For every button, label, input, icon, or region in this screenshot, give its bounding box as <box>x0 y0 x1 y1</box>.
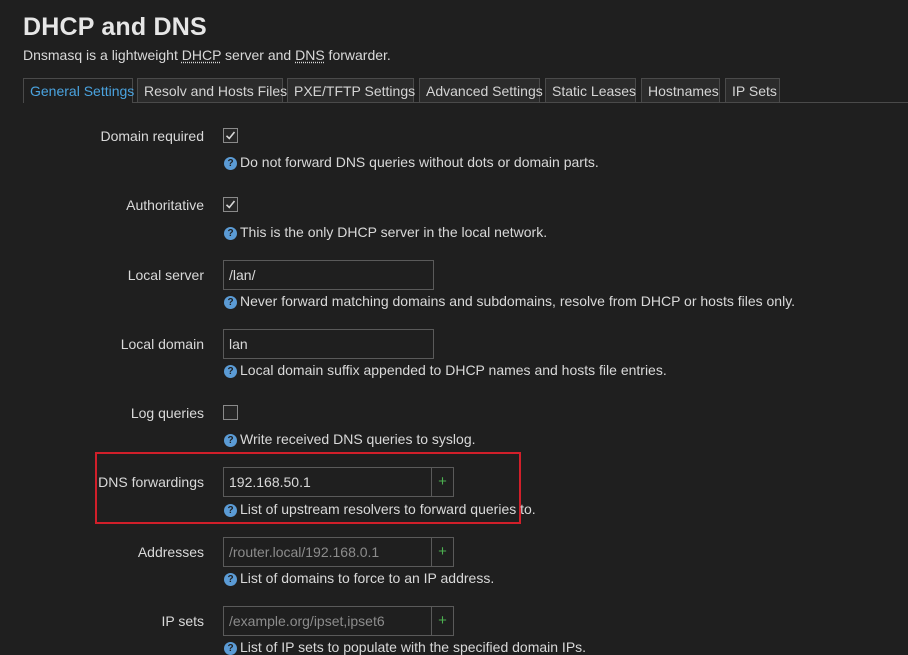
addresses-help-text: List of domains to force to an IP addres… <box>240 570 495 586</box>
check-icon <box>225 200 236 209</box>
question-circle-icon: ? <box>224 227 237 240</box>
question-circle-icon: ? <box>224 504 237 517</box>
dns-forwardings-label: DNS forwardings <box>98 474 204 490</box>
tab-general-settings[interactable]: General Settings <box>23 78 134 103</box>
domain-required-label: Domain required <box>100 128 205 144</box>
addresses-input[interactable] <box>223 537 432 567</box>
tab-advanced-settings[interactable]: Advanced Settings <box>419 78 543 102</box>
authoritative-help-text: This is the only DHCP server in the loca… <box>240 224 548 240</box>
settings-tabs: General Settings Resolv and Hosts Files … <box>23 78 908 103</box>
dns-forwardings-input[interactable] <box>223 467 432 497</box>
tab-ip-sets[interactable]: IP Sets <box>725 78 780 102</box>
addresses-add-button[interactable]: + <box>431 537 454 567</box>
description-suffix: forwarder. <box>324 47 391 63</box>
local-domain-label: Local domain <box>120 336 204 352</box>
tab-static-leases[interactable]: Static Leases <box>545 78 636 102</box>
description-mid: server and <box>221 47 296 63</box>
ip-sets-label: IP sets <box>161 613 204 629</box>
authoritative-label: Authoritative <box>126 197 204 213</box>
check-icon <box>225 131 236 140</box>
question-circle-icon: ? <box>224 157 237 170</box>
log-queries-checkbox[interactable] <box>223 405 238 420</box>
local-server-input[interactable] <box>223 260 434 290</box>
question-circle-icon: ? <box>224 642 237 655</box>
description-prefix: Dnsmasq is a lightweight <box>23 47 182 63</box>
addresses-label: Addresses <box>137 544 204 560</box>
page-description: Dnsmasq is a lightweight DHCP server and… <box>23 47 391 63</box>
dhcp-abbr: DHCP <box>181 47 222 63</box>
log-queries-help: ? Write received DNS queries to syslog. <box>224 431 476 447</box>
local-domain-help-text: Local domain suffix appended to DHCP nam… <box>240 362 667 378</box>
plus-icon: + <box>438 473 447 490</box>
addresses-help: ? List of domains to force to an IP addre… <box>224 570 494 586</box>
dns-forwardings-help: ? List of upstream resolvers to forward q… <box>224 501 536 517</box>
local-domain-help: ? Local domain suffix appended to DHCP na… <box>224 362 667 378</box>
domain-required-help: ? Do not forward DNS queries without dots… <box>224 154 599 170</box>
question-circle-icon: ? <box>224 434 237 447</box>
local-server-label: Local server <box>127 267 204 283</box>
authoritative-help: ? This is the only DHCP server in the loc… <box>224 224 547 240</box>
dns-forwardings-add-button[interactable]: + <box>431 467 454 497</box>
domain-required-checkbox[interactable] <box>223 128 238 143</box>
domain-required-help-text: Do not forward DNS queries without dots … <box>240 154 599 170</box>
question-circle-icon: ? <box>224 573 237 586</box>
question-circle-icon: ? <box>224 296 237 309</box>
log-queries-help-text: Write received DNS queries to syslog. <box>240 431 476 447</box>
page-title: DHCP and DNS <box>23 13 207 41</box>
dns-abbr: DNS <box>295 47 325 63</box>
tab-resolv-hosts-files[interactable]: Resolv and Hosts Files <box>137 78 287 102</box>
question-circle-icon: ? <box>224 365 237 378</box>
dns-forwardings-help-text: List of upstream resolvers to forward qu… <box>240 501 536 517</box>
ip-sets-help-text: List of IP sets to populate with the spe… <box>240 639 587 655</box>
local-server-help-text: Never forward matching domains and subdo… <box>240 293 796 309</box>
plus-icon: + <box>438 612 447 629</box>
tab-pxe-tftp-settings[interactable]: PXE/TFTP Settings <box>287 78 415 102</box>
ip-sets-add-button[interactable]: + <box>431 606 454 636</box>
ip-sets-input[interactable] <box>223 606 432 636</box>
local-domain-input[interactable] <box>223 329 434 359</box>
log-queries-label: Log queries <box>130 405 204 421</box>
tab-hostnames[interactable]: Hostnames <box>641 78 720 102</box>
authoritative-checkbox[interactable] <box>223 197 238 212</box>
local-server-help: ? Never forward matching domains and subd… <box>224 293 795 309</box>
plus-icon: + <box>438 543 447 560</box>
ip-sets-help: ? List of IP sets to populate with the sp… <box>224 639 586 655</box>
